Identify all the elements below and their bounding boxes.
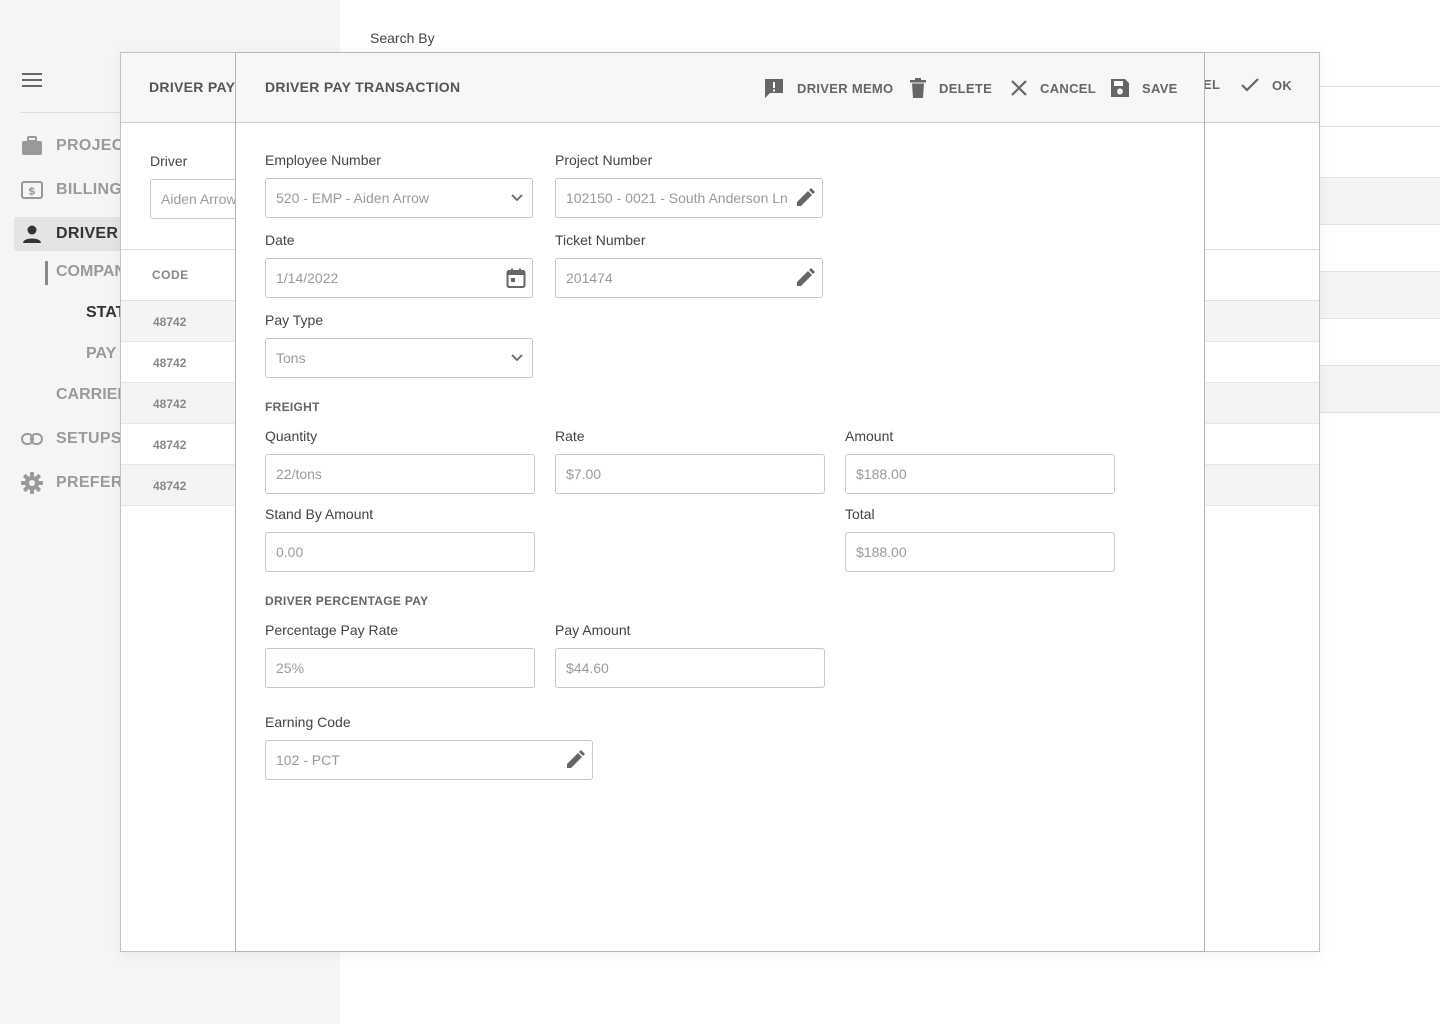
code-cell: 48742 [153,397,187,411]
amount-label: Amount [845,428,894,444]
rate-field[interactable]: $7.00 [555,454,825,494]
code-column-header[interactable]: CODE [152,268,189,282]
dialog-title: DRIVER PAY TRANSACTION [265,79,461,95]
check-icon [1241,78,1259,92]
outer-cancel-label: EL [1203,77,1221,92]
employee-number-label: Employee Number [265,152,381,168]
total-field[interactable]: $188.00 [845,532,1115,572]
sidebar-sub-indicator [45,261,48,285]
driver-memo-label: DRIVER MEMO [797,80,894,96]
sidebar-subitem-carrier[interactable]: CARRIER [56,386,129,404]
earning-code-label: Earning Code [265,714,351,730]
background-row [1320,271,1440,319]
amount-field[interactable]: $188.00 [845,454,1115,494]
total-label: Total [845,506,875,522]
calendar-icon[interactable] [505,267,527,289]
earning-code-value: 102 - PCT [276,752,340,768]
driver-percentage-pay-section-title: DRIVER PERCENTAGE PAY [265,594,429,608]
outer-dialog-title: DRIVER PAY S [149,79,249,95]
quantity-field[interactable]: 22/tons [265,454,535,494]
driver-label: Driver [150,153,188,169]
date-value: 1/14/2022 [276,270,339,286]
pay-amount-value: $44.60 [566,660,609,676]
percentage-pay-rate-value: 25% [276,660,305,676]
employee-number-value: 520 - EMP - Aiden Arrow [276,190,430,206]
driver-memo-button[interactable]: DRIVER MEMO [763,75,893,101]
stand-by-amount-field[interactable]: 0.00 [265,532,535,572]
code-cell: 48742 [153,438,187,452]
gear-icon [20,471,44,495]
rate-label: Rate [555,428,585,444]
background-divider [1320,86,1440,87]
sidebar-subitem-pay[interactable]: PAY [86,345,116,363]
pay-type-value: Tons [276,350,306,366]
cancel-label: CANCEL [1040,80,1096,96]
code-cell: 48742 [153,315,187,329]
dialog-header: DRIVER PAY TRANSACTION DRIVER MEMO DELET… [236,53,1204,123]
pencil-icon[interactable] [564,749,586,771]
outer-ok-label: OK [1272,77,1293,93]
chevron-down-icon[interactable] [506,187,528,209]
person-icon [20,222,44,246]
save-icon [1111,79,1129,97]
menu-icon[interactable] [22,70,42,90]
project-number-value: 102150 - 0021 - South Anderson Ln [566,190,788,206]
pencil-icon[interactable] [794,187,816,209]
driver-pay-transaction-dialog: DRIVER PAY TRANSACTION DRIVER MEMO DELET… [235,52,1205,952]
sidebar-item-label: SETUPS [56,430,122,447]
quantity-label: Quantity [265,428,318,444]
percentage-pay-rate-label: Percentage Pay Rate [265,622,399,638]
freight-section-title: FREIGHT [265,400,320,414]
billing-icon: $ [20,178,44,202]
pay-amount-field[interactable]: $44.60 [555,648,825,688]
quantity-value: 22/tons [276,466,322,482]
date-field[interactable]: 1/14/2022 [265,258,533,298]
memo-icon [765,79,783,98]
code-cell: 48742 [153,356,187,370]
outer-cancel-button[interactable]: EL [1203,77,1220,92]
ticket-number-value: 201474 [566,270,613,286]
percentage-pay-rate-field[interactable]: 25% [265,648,535,688]
outer-ok-button[interactable]: OK [1240,77,1292,93]
delete-button[interactable]: DELETE [909,75,992,101]
pay-type-label: Pay Type [265,312,324,328]
stand-by-amount-value: 0.00 [276,544,304,560]
background-row [1320,365,1440,413]
chevron-down-icon[interactable] [506,347,528,369]
ticket-number-label: Ticket Number [555,232,646,248]
pay-amount-label: Pay Amount [555,622,631,638]
amount-value: $188.00 [856,466,907,482]
sidebar-item-label: BILLING [56,181,123,198]
total-value: $188.00 [856,544,907,560]
project-number-label: Project Number [555,152,653,168]
briefcase-icon [20,134,44,158]
ticket-number-field[interactable]: 201474 [555,258,823,298]
employee-number-select[interactable]: 520 - EMP - Aiden Arrow [265,178,533,218]
trash-icon [910,78,926,98]
background-row [1320,177,1440,225]
code-cell: 48742 [153,479,187,493]
svg-text:$: $ [28,185,36,198]
cancel-button[interactable]: CANCEL [1010,75,1096,101]
close-icon [1011,80,1027,96]
pencil-icon[interactable] [794,267,816,289]
save-button[interactable]: SAVE [1110,75,1178,101]
sidebar-subitem-company[interactable]: COMPAN [56,263,126,281]
project-number-field[interactable]: 102150 - 0021 - South Anderson Ln [555,178,823,218]
rate-value: $7.00 [566,466,602,482]
background-divider [1320,126,1440,127]
save-label: SAVE [1142,80,1178,96]
date-label: Date [265,232,295,248]
search-by-label: Search By [370,30,435,46]
pay-type-select[interactable]: Tons [265,338,533,378]
link-icon [20,427,44,451]
earning-code-field[interactable]: 102 - PCT [265,740,593,780]
delete-label: DELETE [939,80,993,96]
stand-by-amount-label: Stand By Amount [265,506,374,522]
